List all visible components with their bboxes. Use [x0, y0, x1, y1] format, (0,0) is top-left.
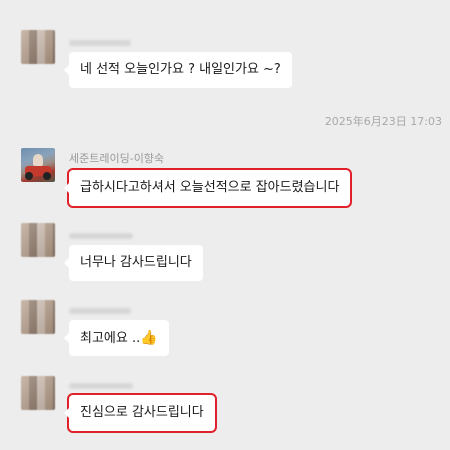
- message-text: 진심으로 감사드립니다: [80, 405, 204, 420]
- message-bubble[interactable]: 네 선적 오늘인가요 ? 내일인가요 ~?: [64, 52, 292, 88]
- sender-name-blurred: [69, 383, 133, 389]
- sender-name-blurred: [69, 40, 131, 46]
- timestamp: 2025年6月23日 17:03: [324, 115, 442, 128]
- message-text: 급하시다고하셔서 오늘선적으로 잡아드렸습니다: [80, 180, 340, 195]
- avatar[interactable]: [21, 223, 55, 257]
- message-bubble[interactable]: 너무나 감사드립니다: [64, 245, 203, 281]
- message-bubble[interactable]: 최고에요 ..👍: [64, 320, 169, 356]
- sender-name-blurred: [69, 308, 131, 314]
- message-text: 너무나 감사드립니다: [80, 255, 192, 270]
- avatar[interactable]: [21, 300, 55, 334]
- thumbs-up-icon: 👍: [140, 330, 158, 346]
- message-text: 네 선적 오늘인가요 ? 내일인가요 ~?: [80, 62, 281, 77]
- message-bubble[interactable]: 급하시다고하셔서 오늘선적으로 잡아드렸습니다: [63, 168, 353, 208]
- message-text: 최고에요 ..: [80, 331, 141, 346]
- sender-name: 세준트레이딩-이향숙: [69, 152, 165, 165]
- message-bubble[interactable]: 진심으로 감사드립니다: [64, 393, 217, 433]
- avatar[interactable]: [21, 376, 55, 410]
- avatar[interactable]: [21, 148, 55, 182]
- sender-name-blurred: [69, 233, 133, 239]
- avatar[interactable]: [21, 30, 55, 64]
